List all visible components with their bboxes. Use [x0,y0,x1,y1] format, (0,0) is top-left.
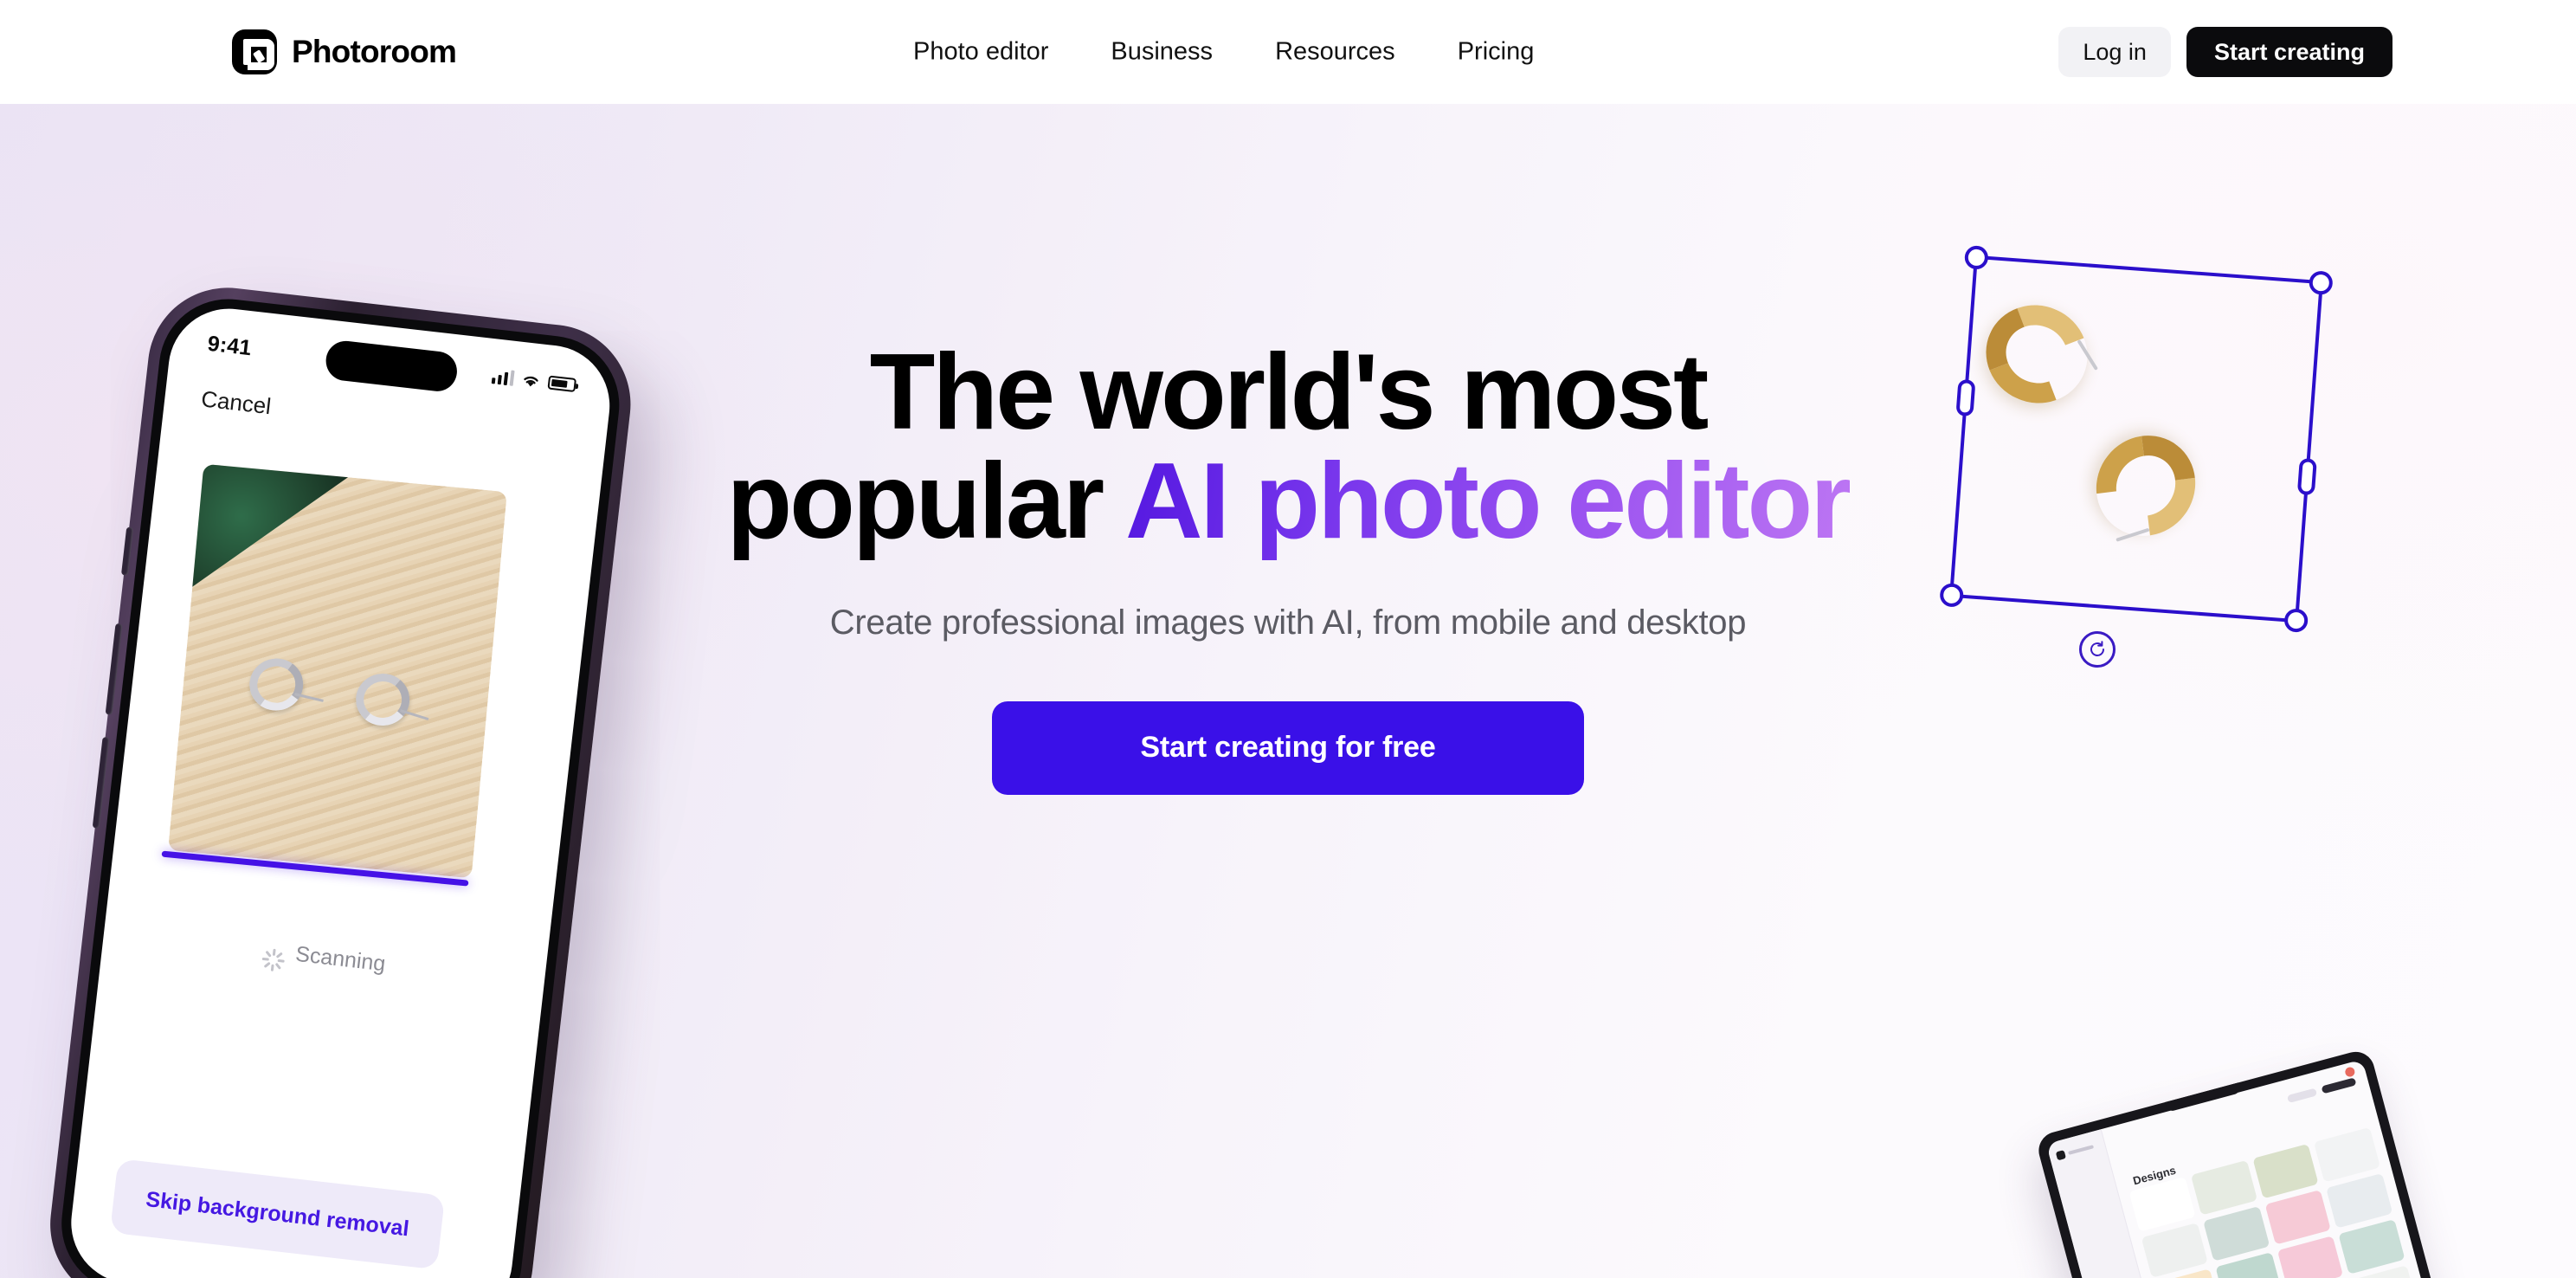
loading-spinner-icon [261,939,287,971]
resize-handle-top-right[interactable] [2308,270,2334,296]
cellular-signal-icon [491,368,515,386]
primary-nav: Photo editor Business Resources Pricing [913,38,1534,67]
laptop-design-tile[interactable] [2251,1143,2319,1199]
rotate-handle-icon[interactable] [2079,631,2116,668]
site-header: Photoroom Photo editor Business Resource… [0,0,2576,104]
login-button[interactable]: Log in [2058,27,2171,77]
laptop-design-tile[interactable] [2277,1236,2344,1278]
skip-background-removal-button[interactable]: Skip background removal [109,1158,446,1270]
nav-item-photo-editor[interactable]: Photo editor [913,38,1048,67]
laptop-screen: Designs [2045,1059,2434,1278]
laptop-logo-icon [2055,1150,2067,1161]
nav-item-resources[interactable]: Resources [1275,38,1395,67]
resize-handle-bottom-left[interactable] [1939,582,1965,608]
resize-handle-middle-left[interactable] [1955,378,1976,416]
brand-logo[interactable]: Photoroom [232,29,457,74]
phone-mockup: 9:41 Cancel Scanning Skip background rem… [42,279,640,1278]
dynamic-island [324,339,460,394]
hero-cta-wrap: Start creating for free [725,700,1851,795]
page-title: The world's most popular AI photo editor [725,338,1852,557]
status-icons [491,368,577,393]
photoroom-logo-icon [232,29,277,74]
phone-cancel-label: Cancel [199,385,273,420]
headline-accent: AI photo editor [1124,442,1852,562]
laptop-brand-placeholder [2068,1145,2095,1155]
hero-copy: The world's most popular AI photo editor… [725,338,1852,795]
laptop-design-tile[interactable] [2264,1190,2332,1245]
laptop-design-tile[interactable] [2141,1223,2208,1278]
scanning-label: Scanning [293,941,387,977]
scanning-status: Scanning [102,920,545,996]
laptop-sidebar-brand [2055,1141,2099,1161]
photo-earring-right [353,671,412,728]
nav-item-pricing[interactable]: Pricing [1458,38,1535,67]
photo-background-foliage [189,464,352,604]
laptop-designs-grid [2128,1126,2421,1278]
laptop-mockup: Designs [2034,1047,2445,1278]
laptop-design-tile[interactable] [2314,1126,2381,1183]
laptop-design-tile[interactable] [2202,1206,2270,1262]
phone-screen: 9:41 Cancel Scanning Skip background rem… [64,302,616,1278]
user-avatar[interactable] [2344,1066,2356,1078]
resize-handle-top-left[interactable] [1963,244,1989,270]
resize-handle-bottom-right[interactable] [2283,608,2309,634]
laptop-lid: Designs [2034,1047,2445,1278]
laptop-create-button[interactable] [2321,1077,2357,1094]
selection-bounding-box[interactable] [1939,244,2334,634]
resize-handle-middle-right[interactable] [2296,457,2317,495]
phone-frame: 9:41 Cancel Scanning Skip background rem… [42,279,640,1278]
phone-silent-switch [120,526,134,576]
laptop-design-tile[interactable] [2338,1219,2405,1275]
phone-photo-preview [168,463,507,879]
hero-subtitle: Create professional images with AI, from… [829,603,1747,642]
brand-name: Photoroom [292,34,457,69]
wifi-icon [521,371,542,388]
start-creating-button[interactable]: Start creating [2186,27,2392,77]
battery-icon [547,375,577,393]
nav-item-business[interactable]: Business [1111,38,1213,67]
start-creating-for-free-button[interactable]: Start creating for free [992,700,1584,795]
laptop-toolbar [2286,1077,2357,1104]
phone-cancel-button[interactable]: Cancel [200,385,273,420]
status-time: 9:41 [206,331,254,360]
laptop-toolbar-chip[interactable] [2286,1088,2318,1104]
laptop-design-tile[interactable] [2190,1159,2257,1216]
photo-earring-left [246,655,307,714]
hero-section: 9:41 Cancel Scanning Skip background rem… [0,104,2576,1278]
canvas-selection-preview [1930,238,2346,671]
skip-background-removal-label: Skip background removal [145,1186,411,1241]
laptop-design-tile[interactable] [2326,1172,2393,1229]
header-actions: Log in Start creating [2058,27,2392,77]
logo-leg [253,49,266,64]
phone-bezel: 9:41 Cancel Scanning Skip background rem… [54,291,627,1278]
